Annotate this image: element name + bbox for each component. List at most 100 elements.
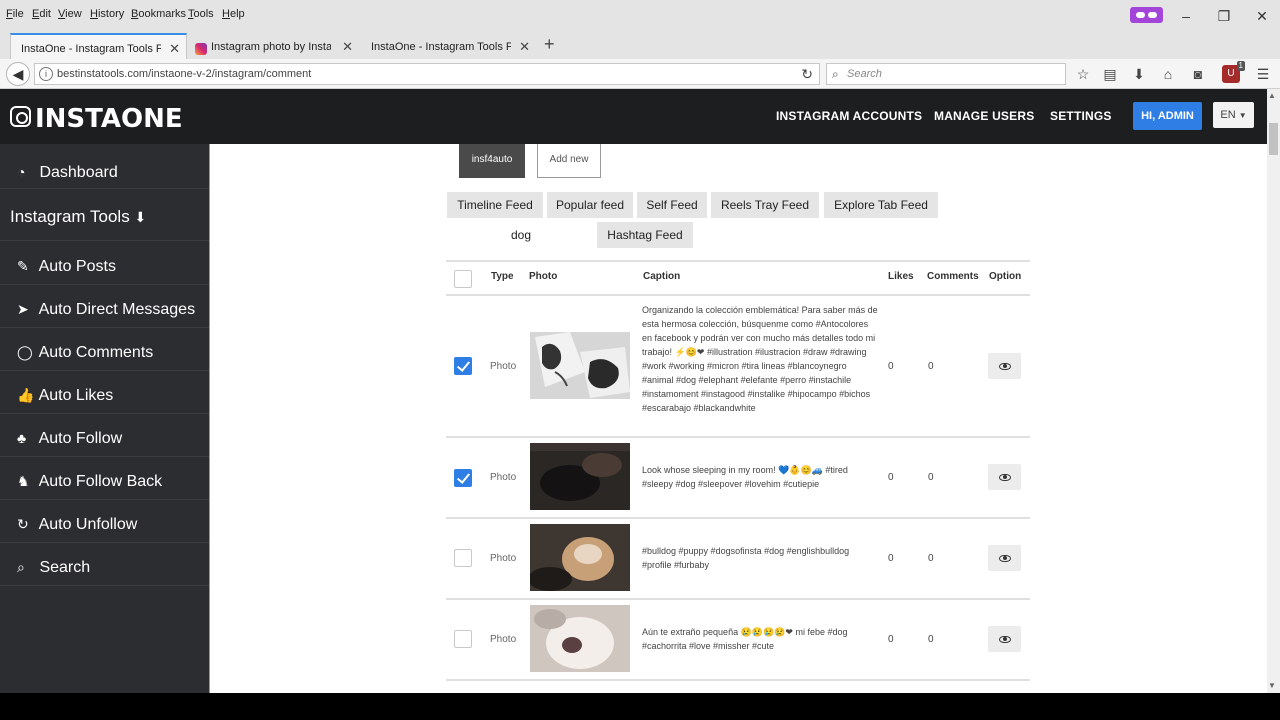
restore-icon[interactable]: ❐ (1215, 7, 1233, 25)
nav-settings[interactable]: SETTINGS (1050, 109, 1112, 123)
hashtag-input[interactable]: dog (447, 222, 595, 248)
sidebar-item-label: Auto Comments (38, 344, 154, 361)
add-new-account-button[interactable]: Add new (537, 144, 601, 178)
column-header-comments: Comments (927, 271, 979, 282)
sleeping-dog-photo (530, 443, 630, 510)
sidebar-item-instagram-tools[interactable]: Instagram Tools ⬇ (0, 189, 209, 241)
menu-history[interactable]: History (90, 8, 124, 20)
browser-search-input[interactable]: ⌕ Search (826, 63, 1066, 85)
info-icon[interactable]: i (39, 67, 53, 81)
search-icon: ⌕ (17, 559, 25, 575)
download-icon[interactable]: ⬇ (1128, 63, 1150, 85)
url-text: bestinstatools.com/instaone-v-2/instagra… (57, 68, 312, 80)
ublock-icon[interactable]: U1 (1222, 61, 1245, 83)
row-comments: 0 (928, 472, 934, 483)
sidebar-item-label: Auto Likes (38, 387, 114, 404)
column-header-likes: Likes (888, 271, 914, 282)
language-value: EN (1220, 109, 1236, 121)
nav-manage-users[interactable]: MANAGE USERS (934, 109, 1034, 123)
sidebar-item-auto-direct-messages[interactable]: ➤ Auto Direct Messages (0, 285, 209, 328)
tab-self-feed[interactable]: Self Feed (637, 192, 707, 218)
column-header-option: Option (989, 271, 1022, 282)
sidebar-item-label: Instagram Tools (10, 207, 130, 226)
language-select[interactable]: EN ▼ (1213, 102, 1254, 128)
table-divider (446, 260, 1030, 262)
table-divider (446, 517, 1030, 519)
browser-tab-3[interactable]: InstaOne - Instagram Tools Fo... ✕ (361, 33, 536, 59)
menu-file[interactable]: File (6, 8, 24, 20)
select-all-checkbox[interactable] (454, 270, 472, 288)
menu-edit[interactable]: Edit (32, 8, 51, 20)
view-button[interactable] (988, 545, 1021, 571)
post-photo[interactable] (530, 443, 630, 510)
user-menu-button[interactable]: HI, ADMIN (1133, 102, 1202, 130)
logo[interactable]: INSTAONE (10, 104, 183, 134)
post-photo[interactable] (530, 332, 630, 399)
close-window-icon[interactable]: ✕ (1253, 7, 1271, 25)
sidebar-item-auto-likes[interactable]: 👍 Auto Likes (0, 371, 209, 414)
sidebar-item-dashboard[interactable]: ◔ Dashboard (0, 144, 209, 189)
tab-reels-tray-feed[interactable]: Reels Tray Feed (711, 192, 819, 218)
sidebar-item-search[interactable]: ⌕ Search (0, 543, 209, 586)
eye-icon (998, 636, 1011, 643)
scroll-down-icon[interactable]: ▼ (1268, 681, 1276, 690)
sidebar-item-auto-comments[interactable]: ◯ Auto Comments (0, 328, 209, 371)
browser-menubar: File Edit View History Bookmarks Tools H… (0, 0, 1280, 30)
row-checkbox[interactable] (454, 357, 472, 375)
new-tab-button[interactable]: + (544, 34, 555, 55)
sidebar: ◔ Dashboard Instagram Tools ⬇ ✎ Auto Pos… (0, 144, 209, 693)
main-content: insf4auto Add new Timeline Feed Popular … (209, 144, 1267, 693)
home-icon[interactable]: ⌂ (1157, 63, 1179, 85)
eye-icon (998, 363, 1011, 370)
tab-popular-feed[interactable]: Popular feed (547, 192, 633, 218)
minimize-icon[interactable]: – (1177, 7, 1195, 25)
url-bar[interactable]: i bestinstatools.com/instaone-v-2/instag… (34, 63, 820, 85)
sidebar-item-auto-unfollow[interactable]: ↻ Auto Unfollow (0, 500, 209, 543)
menu-tools[interactable]: Tools (188, 8, 214, 20)
scroll-up-icon[interactable]: ▲ (1268, 91, 1276, 100)
account-tab[interactable]: insf4auto (459, 144, 525, 178)
scroll-thumb[interactable] (1269, 123, 1278, 155)
sidebar-item-auto-posts[interactable]: ✎ Auto Posts (0, 241, 209, 285)
nav-instagram-accounts[interactable]: INSTAGRAM ACCOUNTS (776, 109, 922, 123)
close-tab-icon[interactable]: ✕ (169, 41, 180, 57)
refresh-icon: ↻ (17, 516, 29, 532)
page-scrollbar[interactable]: ▲ ▼ (1267, 89, 1280, 693)
back-button[interactable]: ◀ (6, 62, 30, 86)
hamburger-menu-icon[interactable]: ☰ (1252, 63, 1274, 85)
menu-bookmarks[interactable]: Bookmarks (131, 8, 186, 20)
row-checkbox[interactable] (454, 549, 472, 567)
eye-icon (998, 555, 1011, 562)
view-button[interactable] (988, 464, 1021, 490)
chevron-circle-down-icon: ⬇ (134, 209, 147, 225)
sidebar-item-auto-follow-back[interactable]: ♞ Auto Follow Back (0, 457, 209, 500)
sidebar-item-auto-follow[interactable]: ♣ Auto Follow (0, 414, 209, 457)
row-likes: 0 (888, 472, 894, 483)
column-header-type: Type (491, 271, 514, 282)
menu-view[interactable]: View (58, 8, 82, 20)
post-photo[interactable] (530, 605, 630, 672)
private-mask-icon[interactable] (1130, 7, 1163, 23)
row-checkbox[interactable] (454, 630, 472, 648)
paper-plane-icon: ➤ (17, 301, 29, 317)
pocket-icon[interactable]: ◙ (1187, 63, 1209, 85)
eye-icon (998, 474, 1011, 481)
browser-tab-1[interactable]: InstaOne - Instagram Tools Fo... ✕ (10, 33, 187, 59)
app-header: INSTAONE INSTAGRAM ACCOUNTS MANAGE USERS… (0, 89, 1267, 144)
tab-explore-tab-feed[interactable]: Explore Tab Feed (824, 192, 938, 218)
sidebar-item-label: Auto Direct Messages (38, 301, 196, 318)
reading-list-icon[interactable]: ▤ (1099, 63, 1121, 85)
view-button[interactable] (988, 353, 1021, 379)
bookmark-star-icon[interactable]: ☆ (1072, 63, 1094, 85)
close-tab-icon[interactable]: ✕ (342, 39, 353, 55)
browser-tab-2[interactable]: Instagram photo by Insta... ✕ (189, 33, 359, 59)
menu-help[interactable]: Help (222, 8, 245, 20)
thumbs-up-icon: 👍 (17, 387, 35, 403)
row-checkbox[interactable] (454, 469, 472, 487)
tab-timeline-feed[interactable]: Timeline Feed (447, 192, 543, 218)
view-button[interactable] (988, 626, 1021, 652)
hashtag-feed-button[interactable]: Hashtag Feed (597, 222, 693, 248)
post-photo[interactable] (530, 524, 630, 591)
reload-icon[interactable]: ↻ (801, 66, 813, 83)
close-tab-icon[interactable]: ✕ (519, 39, 530, 55)
